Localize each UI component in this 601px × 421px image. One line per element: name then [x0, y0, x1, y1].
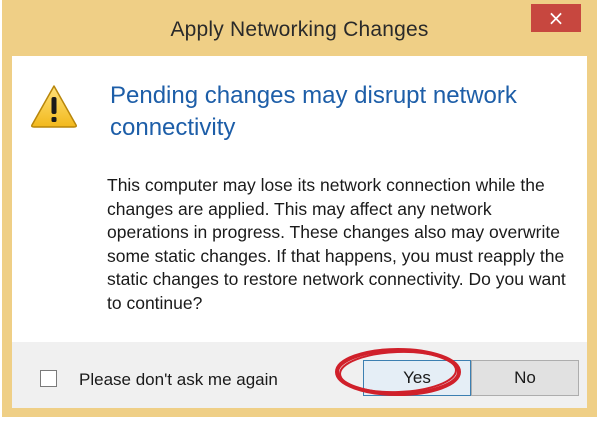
dialog-window: Apply Networking Changes × Pending chang…: [2, 0, 597, 417]
dialog-heading: Pending changes may disrupt network conn…: [110, 82, 517, 141]
warning-icon: [31, 85, 77, 128]
dont-ask-again-checkbox[interactable]: [40, 370, 57, 387]
dialog-content: Pending changes may disrupt network conn…: [12, 56, 587, 342]
no-button[interactable]: No: [471, 360, 579, 396]
dialog-message: This computer may lose its network conne…: [107, 175, 566, 313]
close-icon: ×: [547, 6, 565, 30]
title-bar: Apply Networking Changes ×: [2, 0, 597, 56]
dialog-title: Apply Networking Changes: [170, 18, 429, 41]
yes-button[interactable]: Yes: [363, 360, 471, 396]
dialog-footer: Please don't ask me again Yes No: [12, 342, 587, 408]
dont-ask-again-label[interactable]: Please don't ask me again: [79, 370, 278, 390]
close-button[interactable]: ×: [531, 4, 581, 32]
